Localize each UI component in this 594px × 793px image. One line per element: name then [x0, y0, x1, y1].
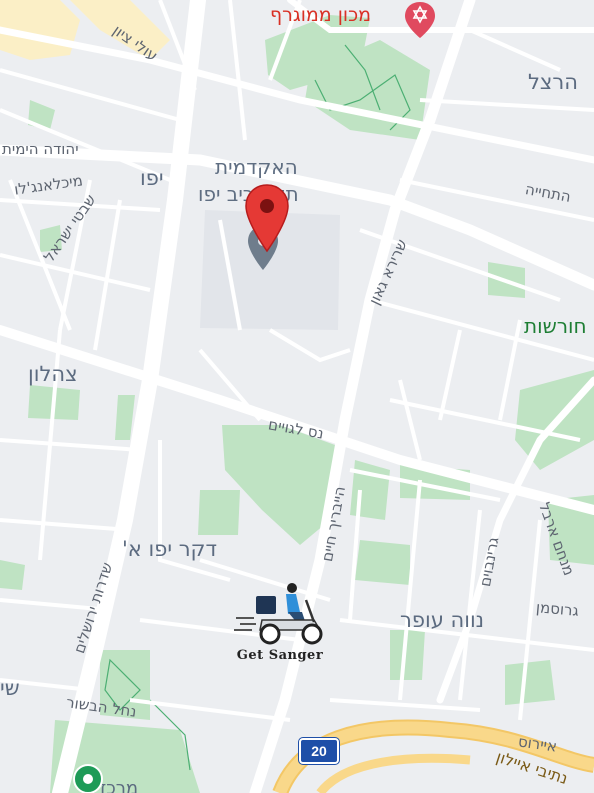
label-makhon-mamograf[interactable]: מכון ממוגרף	[270, 4, 371, 26]
label-yehuda-hayamit: יהודה הימית	[2, 140, 79, 158]
map-base	[0, 0, 594, 793]
label-herzl: הרצל	[528, 70, 578, 94]
label-neve-ofer: נווה עופר	[400, 608, 485, 632]
label-grossman: גרוסמן	[535, 598, 580, 620]
route-shield-20: 20	[299, 738, 339, 764]
brand-logo: Get Sanger	[232, 578, 328, 663]
brand-name: Get Sanger	[236, 648, 324, 663]
label-tzahalon: צהלון	[28, 362, 78, 386]
delivery-scooter-icon	[234, 583, 323, 645]
synagogue-star-icon[interactable]	[403, 0, 437, 40]
label-dakar-yafo: דקר יפו א'	[122, 537, 217, 561]
label-yafo: יפו	[140, 166, 164, 190]
map-pin-green-icon[interactable]	[72, 763, 104, 793]
label-partial-left: שי	[0, 676, 20, 700]
map-canvas[interactable]: מכון ממוגרף הרצל יהודה הימית יפו מיכלאנג…	[0, 0, 594, 793]
label-merkaz: מרכז	[100, 778, 139, 793]
label-horeshot: חורשות	[524, 314, 587, 338]
label-academy-line1[interactable]: האקדמית	[215, 155, 298, 179]
location-pin-icon[interactable]	[244, 183, 290, 253]
